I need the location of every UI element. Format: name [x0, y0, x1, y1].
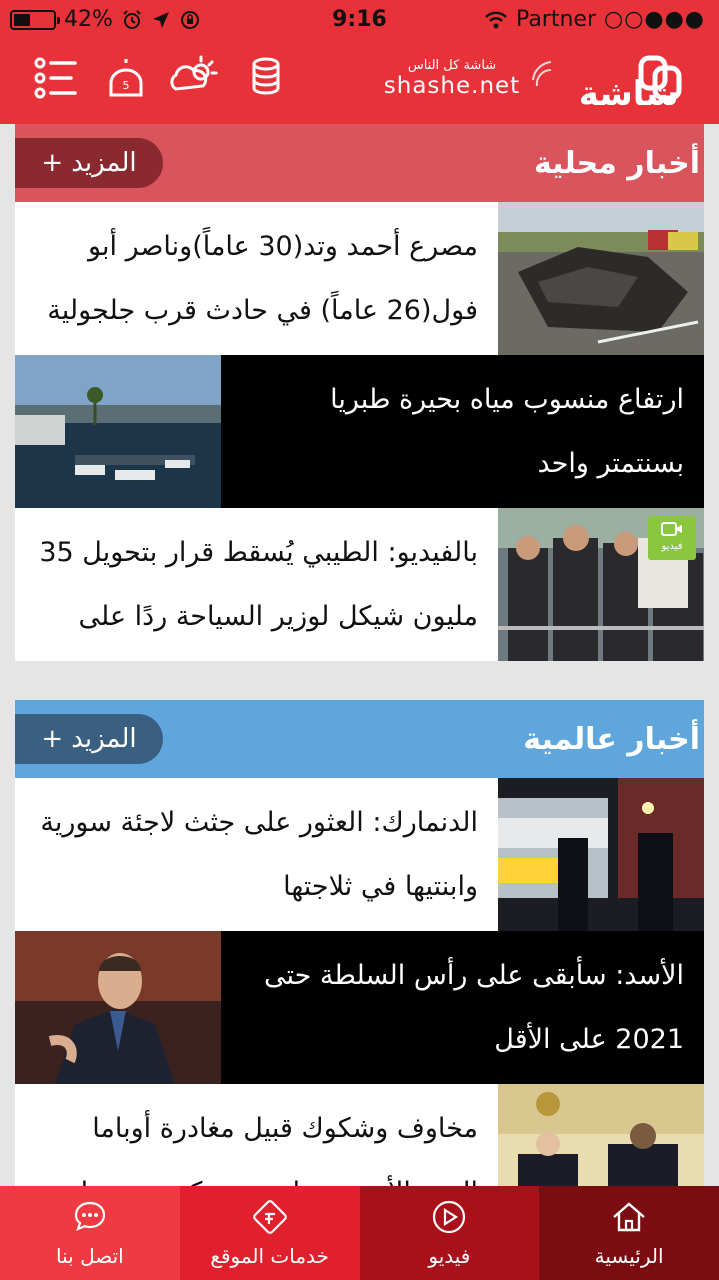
chat-icon [74, 1201, 105, 1231]
section-title: أخبار عالمية [523, 722, 700, 757]
status-bar: 42% 9:16 Partner ○○●●● [0, 0, 719, 40]
brand-domain: shashe.net [383, 73, 521, 99]
bottom-tab-bar: اتصل بنا خدمات الموقع فيديو الرئيسية [0, 1186, 719, 1280]
section-header: + المزيد أخبار محلية [15, 124, 704, 202]
brand-text[interactable]: شاشة كل الناس shashe.net [382, 58, 522, 99]
brand-tagline: شاشة كل الناس [407, 58, 497, 73]
news-title: الدنمارك: العثور على جثث لاجئة سورية واب… [40, 806, 478, 902]
news-title: ارتفاع منسوب مياه بحيرة طبريا بسنتمتر وا… [330, 383, 684, 479]
police-night-photo [498, 778, 704, 931]
news-item[interactable]: الدنمارك: العثور على جثث لاجئة سورية واب… [15, 778, 704, 931]
tab-label: خدمات الموقع [210, 1244, 329, 1268]
svg-text:5: 5 [123, 79, 130, 92]
tab-video[interactable]: فيديو [359, 1186, 540, 1280]
crowd-prayer-photo: فيديو [498, 508, 704, 661]
camera-icon [661, 522, 682, 536]
more-label: المزيد [71, 724, 137, 754]
tab-label: الرئيسية [594, 1244, 664, 1268]
section-title: أخبار محلية [533, 146, 700, 181]
more-button[interactable]: + المزيد [15, 138, 163, 188]
news-item[interactable]: الأسد: سأبقى على رأس السلطة حتى 2021 على… [15, 931, 704, 1084]
assad-portrait-photo [15, 931, 221, 1084]
tab-contact[interactable]: اتصل بنا [0, 1186, 180, 1280]
signal-dots: ○○●●● [604, 7, 705, 32]
site-logo[interactable]: شاشة [529, 46, 689, 116]
section-header: + المزيد أخبار عالمية [15, 700, 704, 778]
services-icon [252, 1200, 287, 1234]
tab-label: اتصل بنا [56, 1244, 124, 1268]
plus-icon: + [41, 148, 64, 178]
plus-icon: + [41, 724, 64, 754]
play-icon [433, 1200, 466, 1234]
home-icon [613, 1202, 645, 1232]
news-item[interactable]: فيديو بالفيديو: الطيبي يُسقط قرار بتحويل… [15, 508, 704, 661]
news-item[interactable]: ارتفاع منسوب مياه بحيرة طبريا بسنتمتر وا… [15, 355, 704, 508]
menu-icon[interactable] [26, 48, 86, 108]
news-title: مخاوف وشكوك قبيل مغادرة أوباما البيت الأ… [52, 1112, 478, 1187]
section-local-news: + المزيد أخبار محلية مصرع أحمد وتد(30 عا… [15, 124, 704, 661]
news-title: بالفيديو: الطيبي يُسقط قرار بتحويل 35 مل… [39, 536, 478, 632]
news-title: مصرع أحمد وتد(30 عاماً)وناصر أبو فول(26 … [47, 230, 478, 326]
more-label: المزيد [71, 148, 137, 178]
news-title: الأسد: سأبقى على رأس السلطة حتى 2021 على… [263, 959, 684, 1055]
tab-home[interactable]: الرئيسية [539, 1186, 719, 1280]
weather-icon[interactable] [166, 48, 226, 108]
section-world-news: + المزيد أخبار عالمية الدنمارك: العثور ع… [15, 700, 704, 1186]
logo-text: شاشة [578, 74, 679, 114]
lake-harbor-photo [15, 355, 221, 508]
news-item[interactable]: مخاوف وشكوك قبيل مغادرة أوباما البيت الأ… [15, 1084, 704, 1186]
video-badge-label: فيديو [661, 541, 683, 552]
carrier-name: Partner [516, 7, 597, 32]
app-header: 5 شاشة كل الناس shashe.net شاشة [0, 40, 719, 124]
news-item[interactable]: مصرع أحمد وتد(30 عاماً)وناصر أبو فول(26 … [15, 202, 704, 355]
video-badge: فيديو [648, 516, 696, 560]
wifi-icon [485, 11, 507, 28]
more-button[interactable]: + المزيد [15, 714, 163, 764]
mosque-icon[interactable]: 5 [96, 48, 156, 108]
car-crash-photo [498, 202, 704, 355]
coins-icon[interactable] [236, 48, 296, 108]
tab-services[interactable]: خدمات الموقع [179, 1186, 360, 1280]
oval-office-photo [498, 1084, 704, 1186]
tab-label: فيديو [428, 1244, 471, 1268]
news-feed[interactable]: + المزيد أخبار محلية مصرع أحمد وتد(30 عا… [0, 124, 719, 1186]
